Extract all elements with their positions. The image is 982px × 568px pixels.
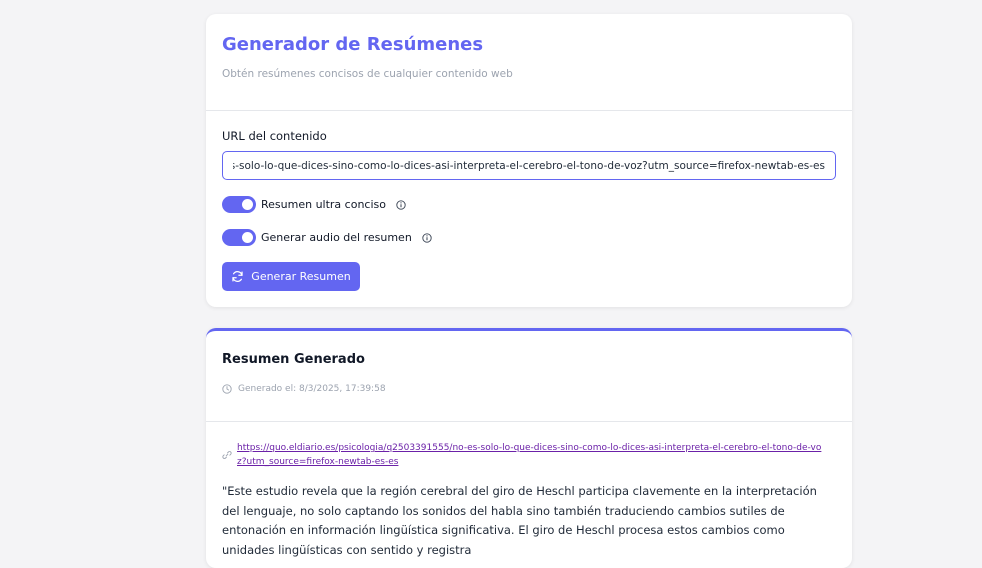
source-link[interactable]: https://quo.eldiario.es/psicologia/q2503… (237, 441, 822, 469)
clock-icon (222, 384, 232, 394)
refresh-icon (232, 271, 243, 282)
url-label: URL del contenido (222, 129, 327, 143)
audio-toggle[interactable] (222, 229, 256, 246)
concise-toggle[interactable] (222, 196, 256, 213)
source-link-row: https://quo.eldiario.es/psicologia/q2503… (222, 441, 822, 469)
info-icon[interactable] (396, 199, 406, 210)
toggle-knob (242, 232, 253, 243)
timestamp-text: Generado el: 8/3/2025, 17:39:58 (238, 384, 386, 394)
toggle-knob (242, 199, 253, 210)
result-title: Resumen Generado (222, 352, 365, 367)
generate-button-label: Generar Resumen (251, 270, 351, 283)
page-title: Generador de Resúmenes (222, 34, 484, 55)
concise-toggle-row: Resumen ultra conciso (222, 196, 406, 213)
info-icon[interactable] (422, 232, 432, 243)
result-divider (206, 421, 852, 422)
link-icon (222, 451, 232, 459)
page-subtitle: Obtén resúmenes concisos de cualquier co… (222, 68, 513, 80)
summary-form-card: Generador de Resúmenes Obtén resúmenes c… (206, 14, 852, 307)
audio-toggle-label: Generar audio del resumen (261, 231, 412, 244)
concise-toggle-label: Resumen ultra conciso (261, 198, 386, 211)
url-input[interactable] (222, 151, 836, 180)
header-divider (206, 110, 852, 111)
summary-result-card: Resumen Generado Generado el: 8/3/2025, … (206, 328, 852, 568)
generate-summary-button[interactable]: Generar Resumen (222, 262, 360, 291)
summary-text: "Este estudio revela que la región cereb… (222, 484, 817, 557)
audio-toggle-row: Generar audio del resumen (222, 229, 432, 246)
generated-timestamp: Generado el: 8/3/2025, 17:39:58 (222, 384, 386, 394)
